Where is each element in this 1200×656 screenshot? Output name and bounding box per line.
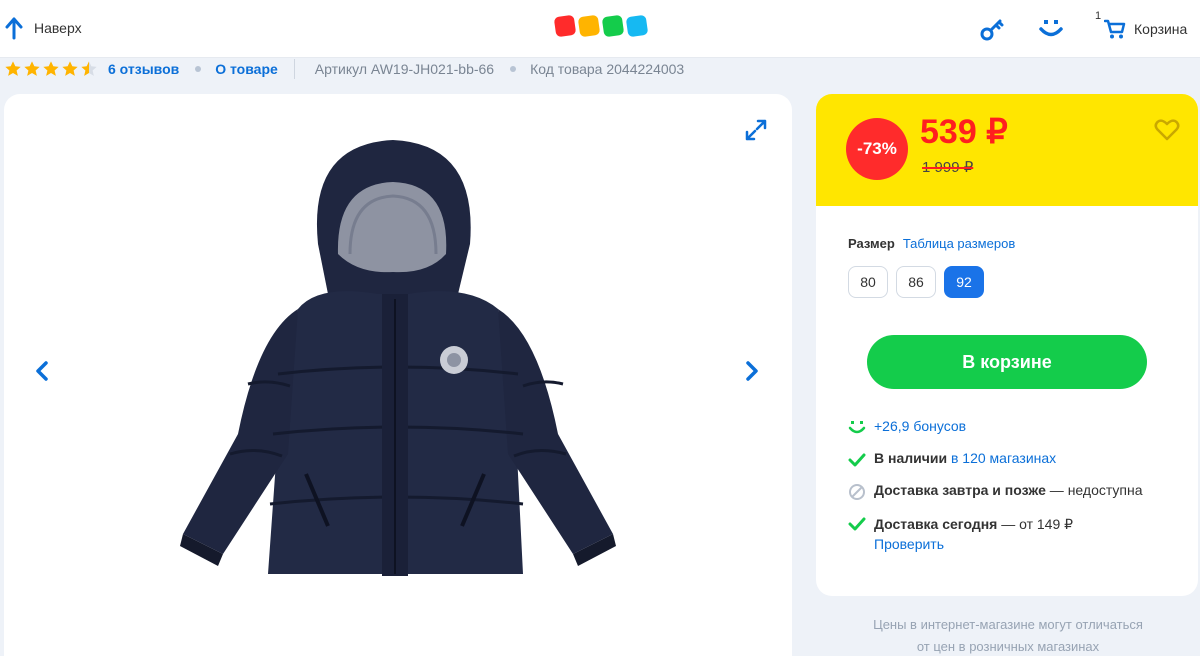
delivery-tomorrow-row: Доставка завтра и позже — недоступна	[848, 482, 1143, 501]
delivery-today-title: Доставка сегодня	[874, 516, 998, 532]
fullscreen-icon[interactable]	[744, 118, 768, 147]
arrow-up-icon	[5, 17, 23, 40]
size-label: Размер	[848, 236, 895, 251]
cart-button[interactable]: Корзина	[1104, 18, 1187, 40]
delivery-today-row: Доставка сегодня — от 149 ₽ Проверить	[848, 514, 1073, 554]
bonus-smile-icon	[848, 421, 866, 434]
check-delivery-link[interactable]: Проверить	[874, 536, 944, 552]
check-icon	[848, 453, 866, 467]
favorite-heart-icon[interactable]	[1154, 118, 1180, 147]
rating-stars	[4, 60, 98, 78]
stock-status: В наличии	[874, 450, 948, 466]
back-to-top-label: Наверх	[34, 20, 82, 36]
logo-square-red	[553, 14, 577, 38]
old-price: 1 999 ₽	[922, 159, 974, 176]
delivery-tomorrow-status: — недоступна	[1045, 482, 1143, 498]
size-option-80[interactable]: 80	[848, 266, 888, 298]
reviews-link[interactable]: 6 отзывов	[108, 61, 179, 77]
logo[interactable]	[553, 14, 649, 38]
size-header: Размер Таблица размеров	[848, 236, 1015, 251]
delivery-today-price: — от 149 ₽	[997, 516, 1074, 532]
size-option-86[interactable]: 86	[896, 266, 936, 298]
stores-link[interactable]: в 120 магазинах	[951, 450, 1056, 466]
size-option-92[interactable]: 92	[944, 266, 984, 298]
check-icon	[848, 517, 866, 531]
product-info-row: 6 отзывов О товаре Артикул AW19-JH021-bb…	[4, 58, 684, 80]
prev-image-arrow-icon[interactable]	[34, 360, 50, 387]
buy-panel: -73% 539 ₽ 1 999 ₽ Размер Таблица размер…	[816, 94, 1198, 596]
star-icon	[43, 61, 59, 76]
next-image-arrow-icon[interactable]	[744, 360, 760, 387]
product-gallery	[4, 94, 792, 656]
bonus-smile-icon[interactable]	[1038, 16, 1064, 45]
star-icon	[62, 61, 78, 76]
article-number: Артикул AW19-JH021-bb-66	[314, 61, 495, 77]
cart-label: Корзина	[1134, 21, 1188, 37]
price-disclaimer-line: Цены в интернет-магазине могут отличатьс…	[873, 617, 1143, 632]
logo-square-blue	[625, 14, 649, 38]
logo-square-orange	[577, 14, 601, 38]
current-price: 539 ₽	[920, 113, 1008, 151]
unavailable-icon	[849, 484, 865, 500]
cart-icon	[1104, 19, 1126, 39]
separator-line	[293, 59, 295, 79]
size-table-link[interactable]: Таблица размеров	[903, 236, 1015, 251]
cart-count-badge: 1	[1095, 10, 1102, 22]
product-code: Код товара 2044224003	[530, 61, 685, 77]
bonus-text: +26,9 бонусов	[874, 418, 967, 434]
login-key-icon[interactable]	[980, 16, 1004, 47]
price-disclaimer-line: от цен в розничных магазинах	[916, 639, 1100, 654]
delivery-tomorrow-title: Доставка завтра и позже	[874, 482, 1046, 498]
separator-dot	[510, 66, 517, 72]
separator-dot	[195, 66, 202, 72]
bonus-row: +26,9 бонусов	[848, 418, 966, 437]
star-icon	[81, 61, 97, 76]
logo-square-green	[601, 14, 625, 38]
size-options: 80 86 92	[848, 266, 984, 298]
top-bar: Наверх 1 Корзина	[0, 0, 1200, 58]
price-box: -73% 539 ₽ 1 999 ₽	[816, 94, 1198, 206]
discount-badge: -73%	[846, 118, 908, 180]
product-image[interactable]	[178, 134, 618, 584]
stock-row: В наличии в 120 магазинах	[848, 450, 1056, 469]
back-to-top-button[interactable]: Наверх	[4, 16, 82, 40]
in-cart-button[interactable]: В корзине	[867, 335, 1147, 389]
about-product-link[interactable]: О товаре	[215, 61, 278, 77]
star-icon	[5, 61, 21, 76]
price-disclaimer: Цены в интернет-магазине могут отличатьс…	[818, 614, 1198, 656]
star-icon	[24, 61, 40, 76]
